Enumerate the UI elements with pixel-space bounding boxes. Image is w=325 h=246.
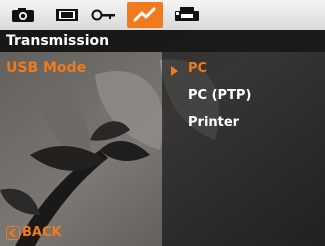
back-arrow-icon: [6, 225, 20, 240]
camera-menu-screen: Transmission USB Mode PC PC (PTP) Printe…: [0, 0, 325, 246]
tab-key[interactable]: [88, 4, 118, 26]
option-printer[interactable]: Printer: [188, 115, 239, 130]
tab-bar: [0, 0, 325, 30]
back-label: BACK: [22, 225, 62, 240]
video-icon: [56, 9, 78, 21]
option-pc-ptp[interactable]: PC (PTP): [188, 88, 251, 103]
selection-arrow-icon: [171, 66, 178, 76]
key-icon: [91, 9, 115, 21]
menu-item-usb-mode[interactable]: USB Mode: [6, 60, 86, 76]
tab-settings[interactable]: [127, 2, 163, 28]
page-title: Transmission: [6, 33, 110, 49]
tab-camera[interactable]: [8, 4, 38, 26]
tab-video[interactable]: [52, 4, 82, 26]
camera-icon: [12, 8, 34, 22]
title-bar: Transmission: [0, 30, 325, 52]
back-button[interactable]: BACK: [6, 225, 62, 240]
tab-print[interactable]: [172, 4, 202, 26]
options-panel: PC PC (PTP) Printer: [162, 52, 325, 246]
option-pc[interactable]: PC: [188, 61, 207, 76]
printer-icon: [175, 7, 199, 21]
wrench-icon: [133, 7, 156, 22]
